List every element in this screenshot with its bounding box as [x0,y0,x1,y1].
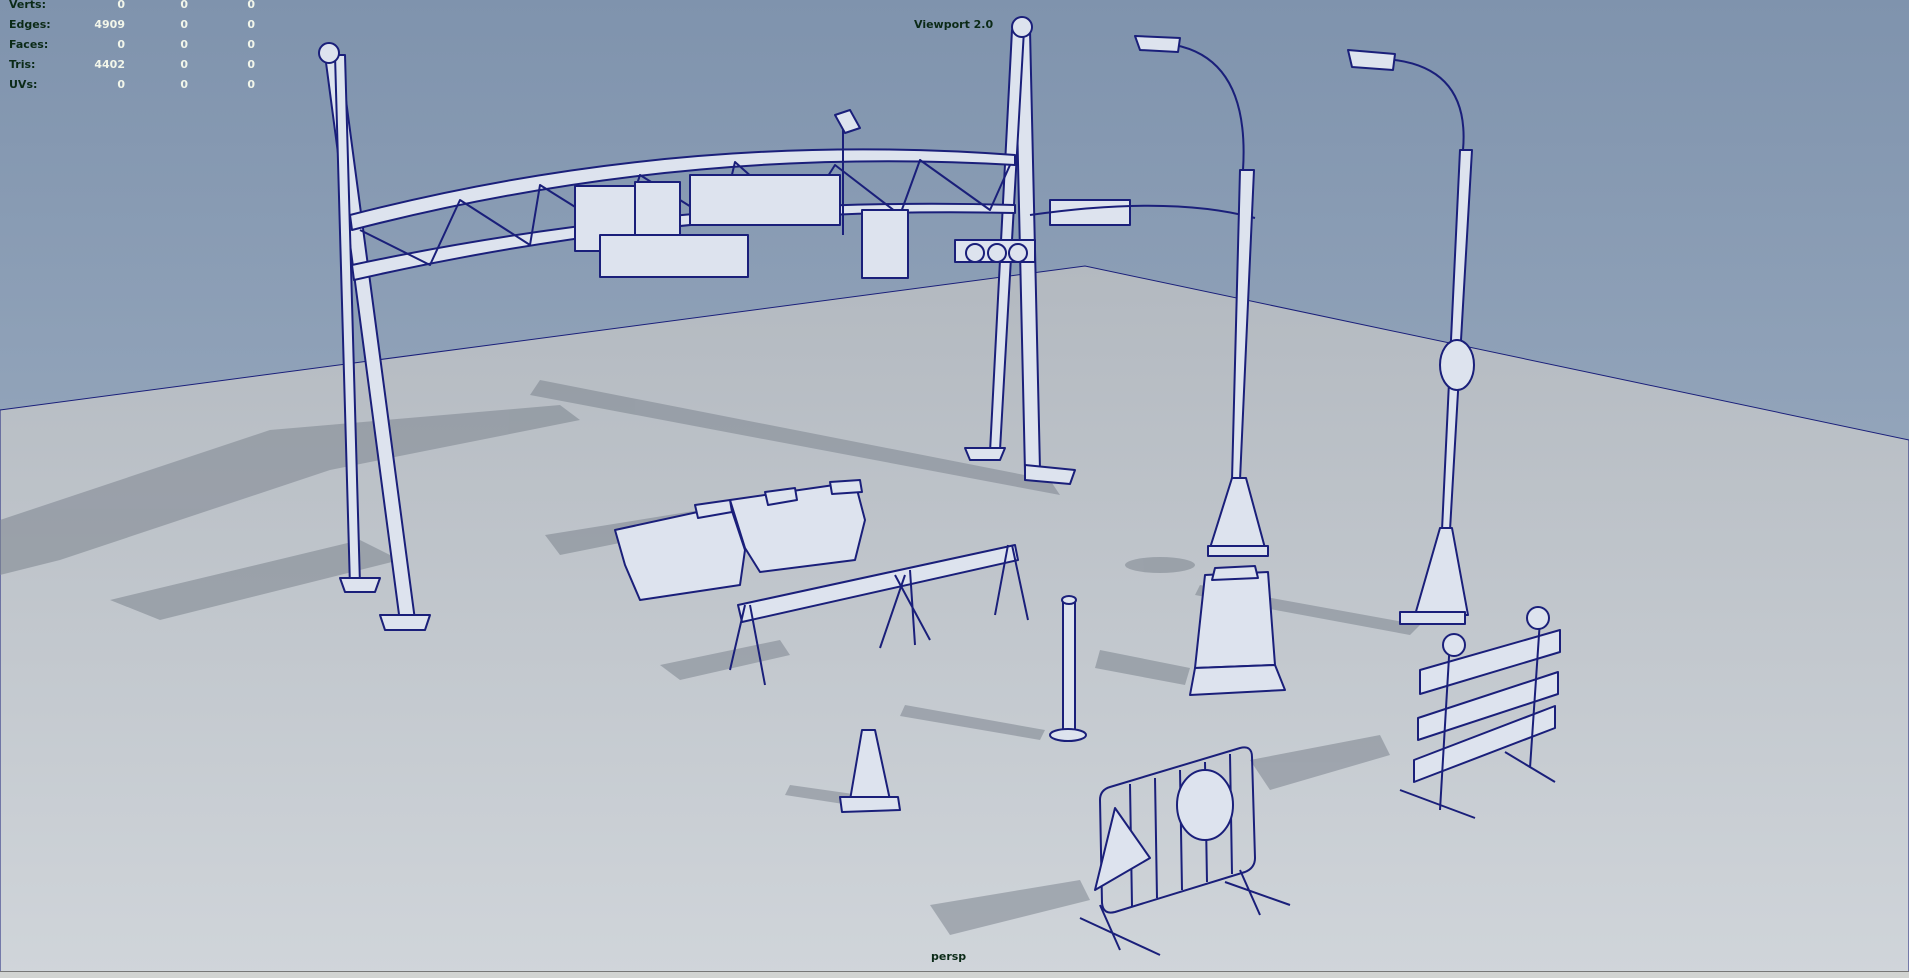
hud-value: 0 [247,58,255,71]
hud-label: Verts: [9,0,47,11]
hud-row-faces: Faces: 0 0 0 [0,35,270,55]
hud-value: 0 [247,78,255,91]
hud-row-uvs: UVs: 0 0 0 [0,75,270,95]
hud-value: 0 [180,18,188,31]
scene-canvas[interactable] [0,0,1909,977]
hud-value: 0 [117,0,125,11]
heads-up-display: Verts: 0 0 0 Edges: 4909 0 0 Faces: 0 0 … [0,0,270,100]
hud-value: 0 [117,38,125,51]
hud-value: 4402 [94,58,125,71]
hud-value: 0 [180,38,188,51]
hud-label: Tris: [9,58,36,71]
hud-value: 0 [247,0,255,11]
hud-row-verts: Verts: 0 0 0 [0,0,270,15]
hud-value: 4909 [94,18,125,31]
3d-viewport[interactable]: Verts: 0 0 0 Edges: 4909 0 0 Faces: 0 0 … [0,0,1909,978]
hud-value: 0 [247,18,255,31]
viewport-renderer-label: Viewport 2.0 [914,18,994,31]
hud-value: 0 [180,78,188,91]
hud-row-edges: Edges: 4909 0 0 [0,15,270,35]
hud-label: UVs: [9,78,38,91]
camera-name-label: persp [931,950,967,963]
hud-value: 0 [117,78,125,91]
hud-value: 0 [247,38,255,51]
hud-label: Edges: [9,18,51,31]
hud-value: 0 [180,0,188,11]
hud-row-tris: Tris: 4402 0 0 [0,55,270,75]
hud-value: 0 [180,58,188,71]
hud-label: Faces: [9,38,49,51]
